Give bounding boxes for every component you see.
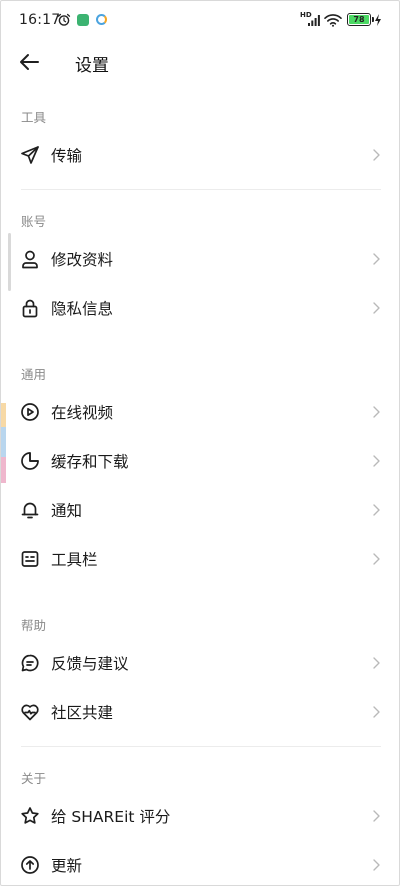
settings-item-label: 传输 (51, 147, 83, 165)
arrow-up-circle-icon (20, 855, 40, 875)
user-icon (20, 249, 40, 269)
settings-item-label: 通知 (51, 502, 83, 520)
alarm-icon (57, 13, 71, 27)
section-label-tools: 工具 (21, 110, 47, 125)
chevron-right-icon (371, 301, 381, 315)
settings-item-update[interactable]: 更新 (1, 842, 399, 885)
chevron-right-icon (371, 503, 381, 517)
chevron-right-icon (371, 809, 381, 823)
back-button[interactable] (15, 49, 43, 75)
settings-item-cache-download[interactable]: 缓存和下载 (1, 438, 399, 484)
settings-item-rate-app[interactable]: 给 SHAREit 评分 (1, 793, 399, 839)
chevron-right-icon (371, 148, 381, 162)
chevron-right-icon (371, 705, 381, 719)
chevron-right-icon (371, 552, 381, 566)
battery-level: 78 (349, 15, 369, 24)
settings-item-privacy[interactable]: 隐私信息 (1, 285, 399, 331)
chat-icon (20, 653, 40, 673)
page-title: 设置 (75, 56, 109, 76)
battery-icon: 78 (347, 13, 374, 26)
settings-item-label: 社区共建 (51, 704, 114, 722)
play-circle-icon (20, 402, 40, 422)
settings-item-label: 在线视频 (51, 404, 114, 422)
section-divider (21, 746, 381, 747)
section-label-general: 通用 (21, 367, 47, 382)
settings-item-label: 缓存和下载 (51, 453, 129, 471)
section-label-account: 账号 (21, 214, 47, 229)
status-time: 16:17 (19, 12, 61, 28)
settings-screen: 16:17 HD 78 设置 工具 传输 账号 修改资料 隐私信息 通用 在线视… (0, 0, 400, 886)
settings-item-label: 更新 (51, 857, 83, 875)
send-icon (20, 145, 40, 165)
pie-chart-icon (20, 451, 40, 471)
arrow-left-icon (18, 53, 40, 71)
settings-item-online-video[interactable]: 在线视频 (1, 389, 399, 435)
settings-item-edit-profile[interactable]: 修改资料 (1, 236, 399, 282)
status-bar: 16:17 HD 78 (1, 1, 399, 41)
settings-item-feedback[interactable]: 反馈与建议 (1, 640, 399, 686)
settings-item-label: 工具栏 (51, 551, 98, 569)
chevron-right-icon (371, 858, 381, 872)
app-header: 设置 (1, 41, 399, 83)
star-icon (20, 806, 40, 826)
heart-pulse-icon (20, 702, 40, 722)
sync-icon (96, 14, 107, 25)
chevron-right-icon (371, 656, 381, 670)
app-notification-icon (77, 14, 89, 26)
section-divider (21, 189, 381, 190)
settings-item-notifications[interactable]: 通知 (1, 487, 399, 533)
settings-item-community[interactable]: 社区共建 (1, 689, 399, 735)
settings-item-label: 修改资料 (51, 251, 114, 269)
bell-icon (20, 500, 40, 520)
settings-item-label: 给 SHAREit 评分 (51, 808, 171, 826)
section-label-about: 关于 (21, 771, 47, 786)
settings-item-toolbar[interactable]: 工具栏 (1, 536, 399, 582)
settings-item-label: 隐私信息 (51, 300, 114, 318)
toolbar-icon (20, 549, 40, 569)
settings-item-transfer[interactable]: 传输 (1, 132, 399, 178)
lock-icon (20, 298, 40, 318)
chevron-right-icon (371, 252, 381, 266)
section-label-help: 帮助 (21, 618, 47, 633)
signal-icon (307, 13, 321, 27)
charging-icon (373, 13, 383, 27)
chevron-right-icon (371, 454, 381, 468)
chevron-right-icon (371, 405, 381, 419)
settings-item-label: 反馈与建议 (51, 655, 129, 673)
wifi-icon (324, 13, 342, 27)
